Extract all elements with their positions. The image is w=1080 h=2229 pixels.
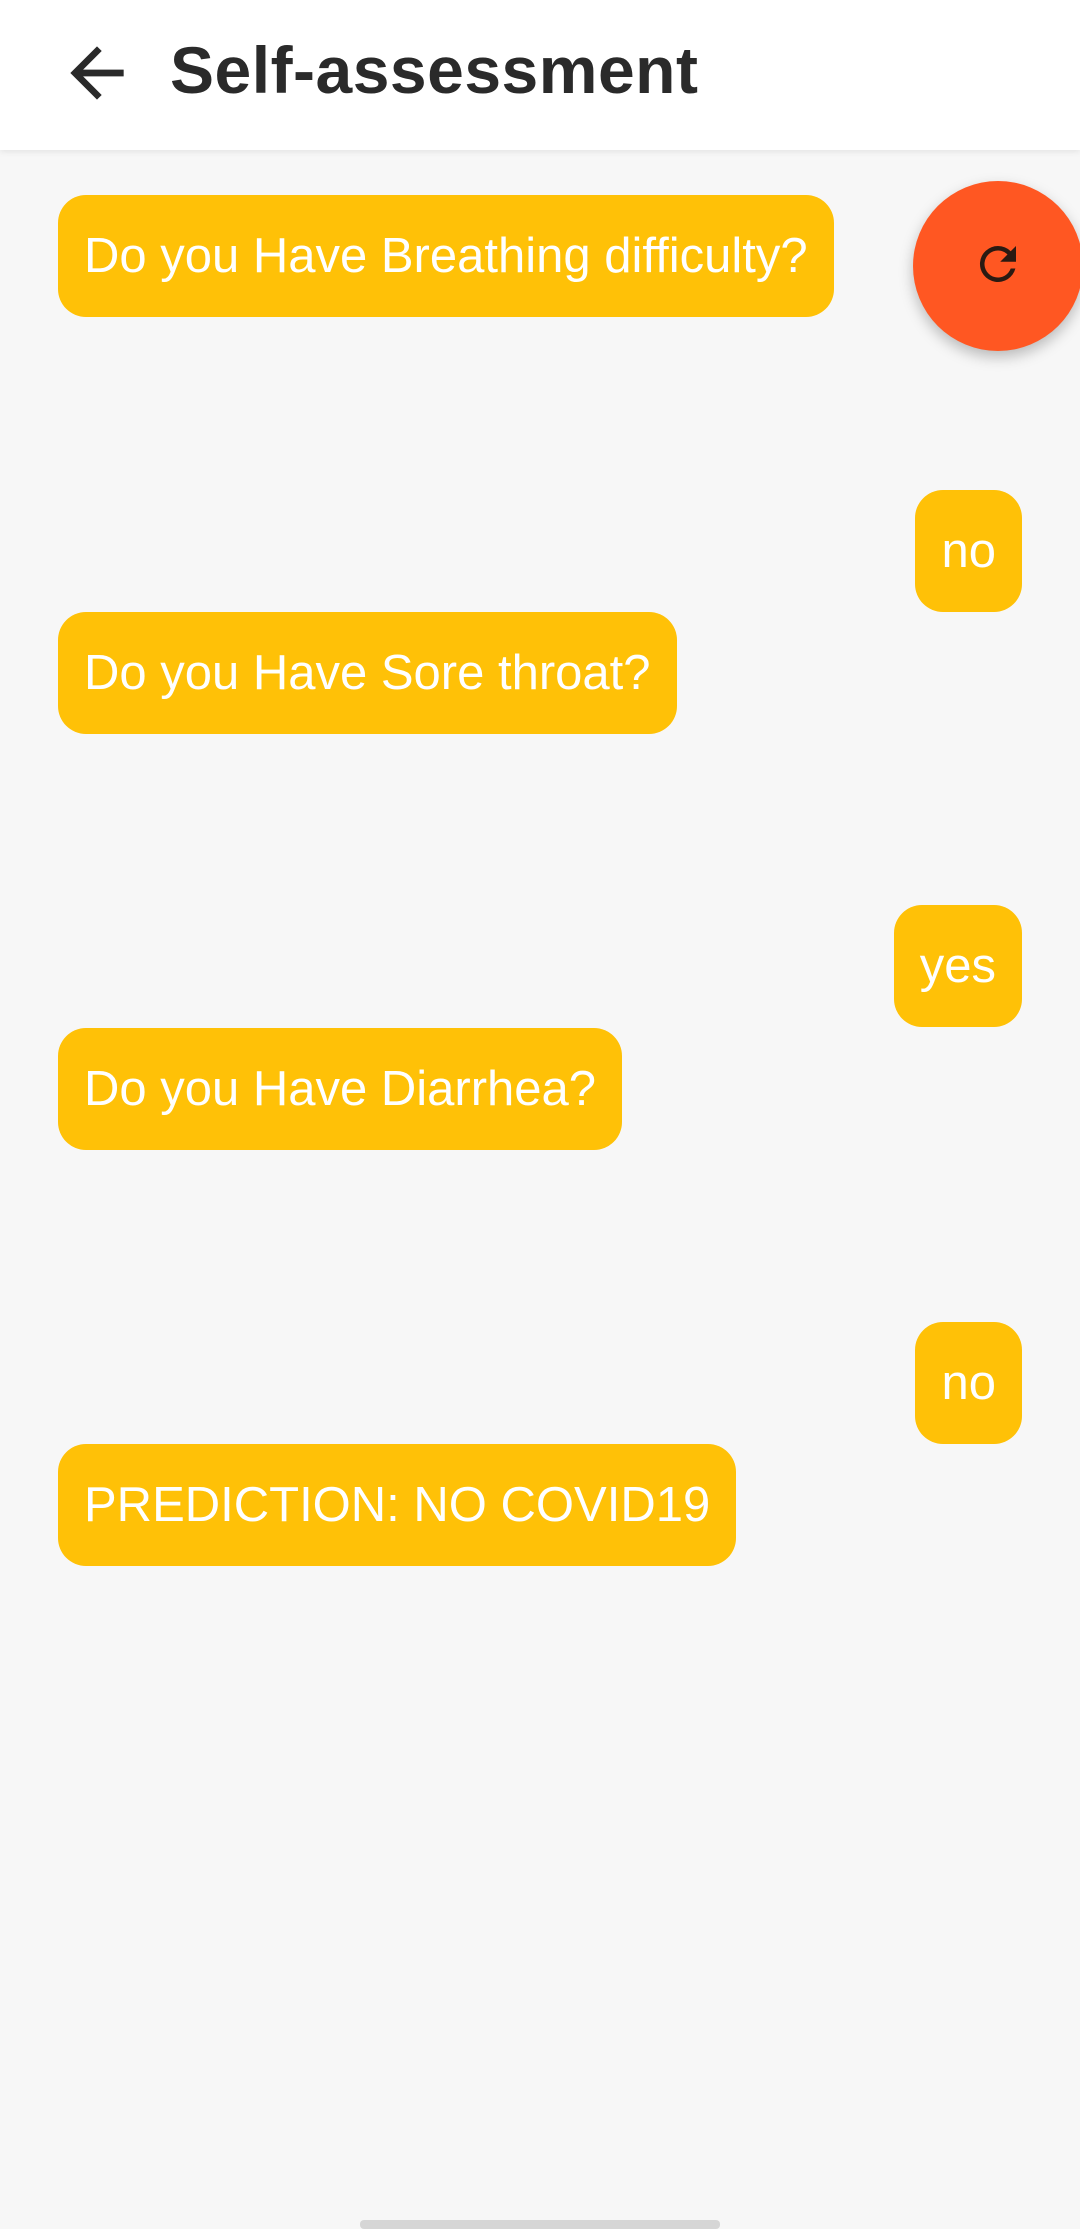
prediction-message: PREDICTION: NO COVID19 bbox=[58, 1444, 737, 1566]
bot-message-sore-throat: Do you Have Sore throat? bbox=[58, 612, 677, 734]
self-assessment-screen: Self-assessment Do you Have Breathing di… bbox=[0, 0, 1080, 2229]
user-reply-sore-throat: yes bbox=[893, 905, 1022, 1027]
page-title: Self-assessment bbox=[170, 33, 699, 107]
refresh-button[interactable] bbox=[913, 181, 1080, 351]
arrow-left-icon bbox=[57, 33, 137, 118]
bot-message-diarrhea: Do you Have Diarrhea? bbox=[58, 1028, 623, 1150]
app-bar: Self-assessment bbox=[0, 0, 1080, 150]
user-reply-breathing: no bbox=[915, 490, 1022, 612]
back-button[interactable] bbox=[52, 30, 142, 120]
home-indicator bbox=[360, 2220, 720, 2229]
chat-thread: Do you Have Breathing difficulty? no Do … bbox=[0, 150, 1080, 2229]
user-reply-diarrhea: no bbox=[915, 1322, 1022, 1444]
bot-message-breathing: Do you Have Breathing difficulty? bbox=[58, 195, 834, 317]
refresh-icon bbox=[971, 237, 1025, 296]
